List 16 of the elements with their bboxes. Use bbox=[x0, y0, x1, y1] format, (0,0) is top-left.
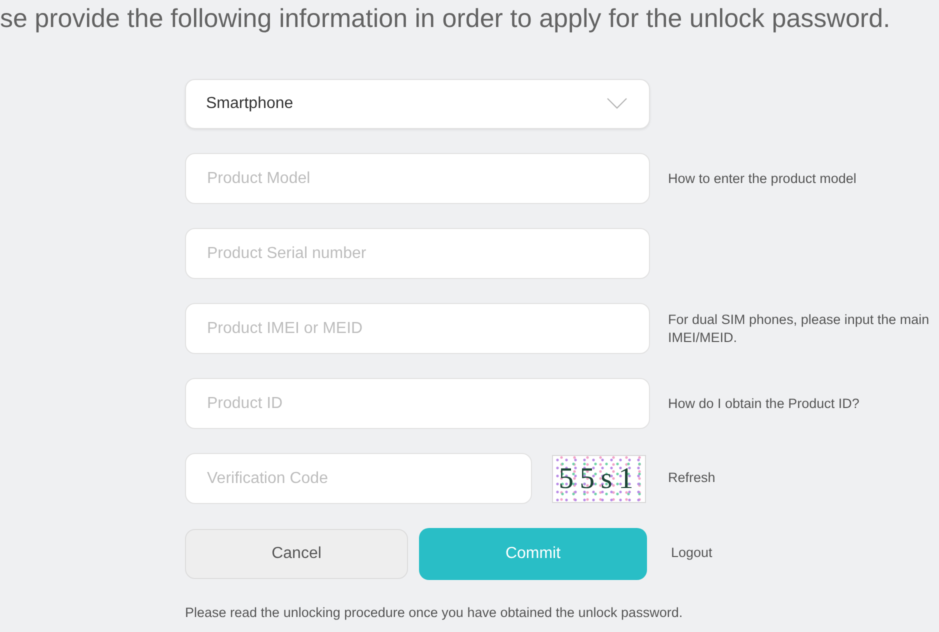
input-field[interactable]: Product Model bbox=[185, 153, 650, 204]
device-type-select[interactable]: Smartphone bbox=[185, 78, 650, 128]
refresh-link[interactable]: Refresh bbox=[668, 468, 716, 489]
cancel-button[interactable]: Cancel bbox=[185, 528, 408, 578]
help-link[interactable]: How do I obtain the Product ID? bbox=[668, 394, 860, 412]
help-link[interactable]: How to enter the product model bbox=[668, 170, 856, 188]
input-field[interactable]: Verification Code bbox=[185, 453, 532, 504]
help-note: For dual SIM phones, please input the main IMEI/MEID. bbox=[668, 310, 930, 346]
captcha-image: 55s1 bbox=[552, 454, 646, 502]
input-field[interactable]: Product ID bbox=[185, 378, 650, 429]
footer-note: Please read the unlocking procedure once you have obtained the unlock password. bbox=[185, 604, 683, 622]
input-field[interactable]: Product IMEI or MEID bbox=[185, 303, 650, 354]
chevron-down-icon bbox=[607, 98, 627, 109]
input-field[interactable]: Product Serial number bbox=[185, 228, 650, 279]
logout-link[interactable]: Logout bbox=[671, 543, 712, 564]
instruction-heading: se provide the following information in order to apply for the unlock password. bbox=[0, 2, 890, 34]
